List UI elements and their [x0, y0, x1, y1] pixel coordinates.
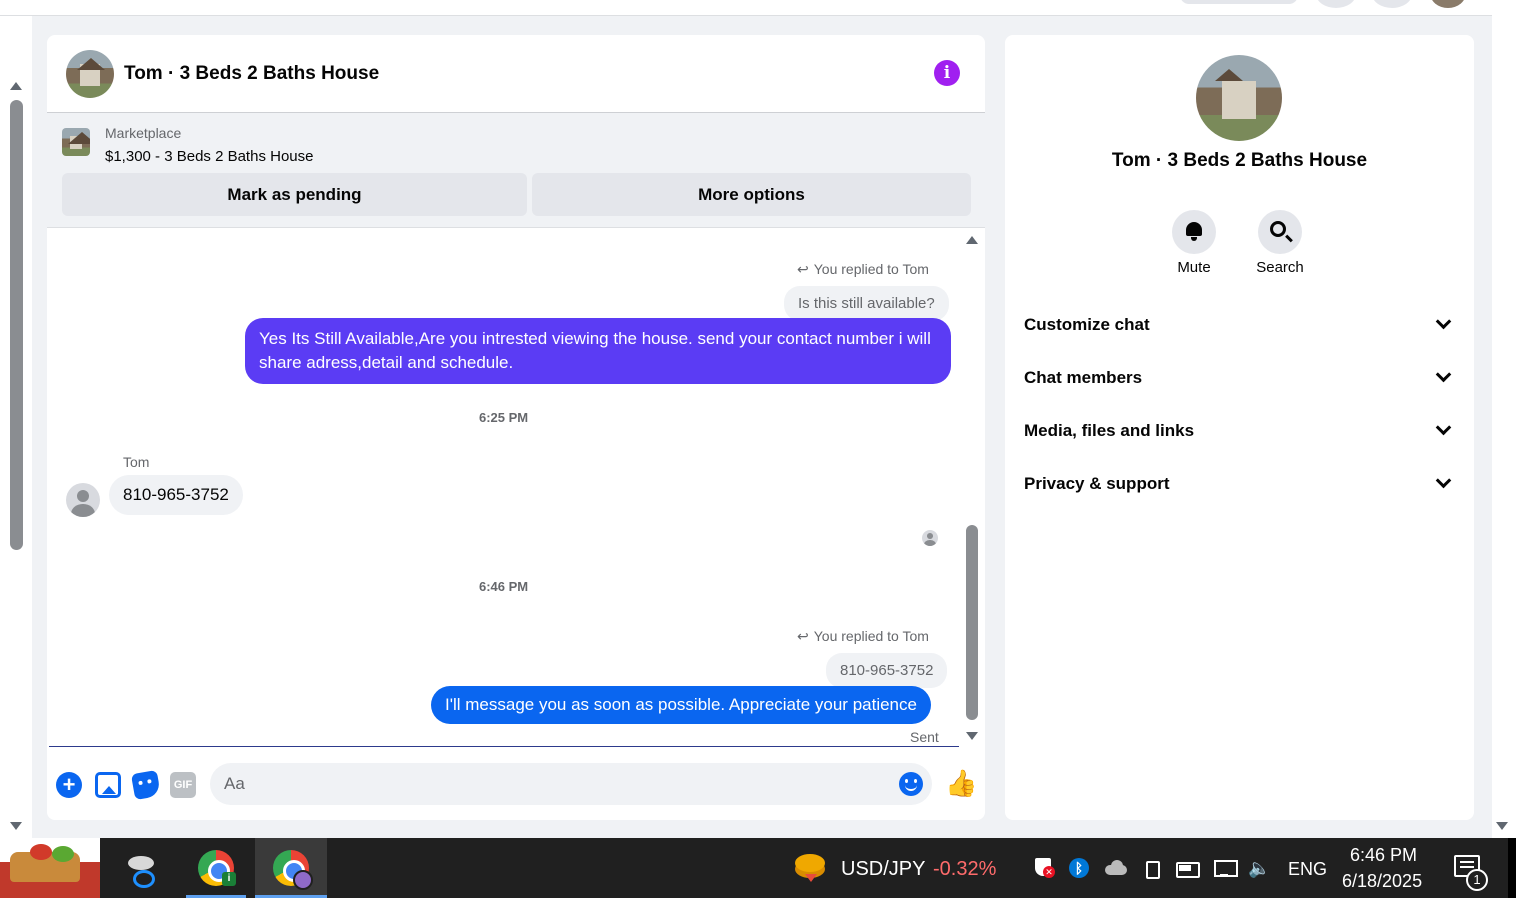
messages-scroll-up-icon[interactable] — [966, 236, 978, 244]
sticker-icon[interactable] — [130, 769, 162, 801]
plus-icon[interactable]: + — [56, 772, 82, 798]
listing-thumbnail[interactable] — [62, 128, 90, 156]
section-label: Chat members — [1024, 368, 1143, 387]
ticker-change[interactable]: -0.32% — [933, 858, 996, 881]
contact-avatar[interactable] — [66, 50, 114, 98]
reply-note: ↩ You replied to Tom — [797, 628, 929, 645]
outgoing-message[interactable]: I'll message you as soon as possible. Ap… — [431, 686, 931, 724]
emoji-icon[interactable] — [899, 772, 923, 796]
like-icon[interactable]: 👍 — [945, 769, 977, 797]
bell-icon — [1186, 222, 1202, 241]
top-search-pill[interactable] — [1180, 0, 1298, 4]
scroll-down-arrow-icon[interactable] — [10, 822, 22, 830]
clock-date[interactable]: 6/18/2025 — [1342, 871, 1422, 892]
listing-title[interactable]: $1,300 - 3 Beds 2 Baths House — [105, 148, 313, 165]
profile-badge-icon — [293, 870, 313, 890]
composer-divider — [49, 746, 959, 747]
right-scroll-down-arrow-icon[interactable] — [1496, 822, 1508, 830]
reply-arrow-icon: ↩ — [797, 261, 809, 277]
chat-header: Tom · 3 Beds 2 Baths House i — [47, 35, 985, 113]
scroll-up-arrow-icon[interactable] — [10, 82, 22, 90]
chat-panel: Tom · 3 Beds 2 Baths House i Marketplace… — [47, 35, 985, 820]
reply-arrow-icon: ↩ — [797, 628, 809, 644]
section-label: Privacy & support — [1024, 474, 1170, 493]
info-title: Tom · 3 Beds 2 Baths House — [1111, 150, 1368, 171]
search-button[interactable] — [1258, 210, 1302, 254]
camera-icon[interactable] — [1142, 858, 1164, 879]
right-page-edge — [1492, 0, 1516, 838]
battery-icon[interactable] — [1176, 858, 1200, 878]
chevron-down-icon — [1435, 313, 1452, 330]
mark-as-pending-button[interactable]: Mark as pending — [62, 173, 527, 216]
privacy-support-section[interactable]: Privacy & support — [1005, 462, 1474, 506]
marketplace-banner: Marketplace $1,300 - 3 Beds 2 Baths Hous… — [47, 113, 985, 228]
taskbar: i USD/JPY -0.32% ᛒ 🔈 ENG 6:46 PM 6/18/20… — [0, 838, 1516, 898]
info-avatar[interactable] — [1196, 55, 1282, 141]
mute-button[interactable] — [1172, 210, 1216, 254]
more-options-button[interactable]: More options — [532, 173, 971, 216]
messages-scroll-down-icon[interactable] — [966, 732, 978, 740]
top-notifications-button[interactable] — [1372, 0, 1412, 8]
volume-icon[interactable]: 🔈 — [1248, 858, 1270, 878]
shield-icon[interactable] — [1033, 858, 1055, 878]
bluetooth-icon[interactable]: ᛒ — [1069, 858, 1089, 878]
search-label: Search — [1256, 259, 1304, 276]
gif-icon[interactable]: GIF — [170, 772, 196, 798]
chrome-profile-badge: i — [222, 872, 236, 886]
coins-icon[interactable] — [793, 852, 827, 884]
sender-name: Tom — [123, 454, 150, 470]
chevron-down-icon — [1435, 419, 1452, 436]
quoted-message[interactable]: Is this still available? — [784, 286, 949, 321]
read-receipt-avatar — [922, 530, 938, 546]
chat-members-section[interactable]: Chat members — [1005, 356, 1474, 400]
top-menu-button[interactable] — [1316, 0, 1356, 8]
sender-avatar[interactable] — [66, 483, 100, 517]
marketplace-label: Marketplace — [105, 125, 182, 141]
media-files-links-section[interactable]: Media, files and links — [1005, 409, 1474, 453]
cloud-icon[interactable] — [1103, 858, 1127, 878]
incoming-message[interactable]: 810-965-3752 — [109, 475, 243, 515]
snipping-tool-icon[interactable] — [124, 852, 158, 888]
search-icon — [1270, 221, 1286, 237]
message-input[interactable] — [210, 763, 870, 805]
info-icon[interactable]: i — [934, 60, 960, 86]
ticker-symbol[interactable]: USD/JPY — [841, 858, 925, 881]
network-icon[interactable] — [1212, 858, 1238, 878]
clock-time[interactable]: 6:46 PM — [1350, 845, 1417, 866]
messages-scroll-thumb[interactable] — [966, 525, 978, 720]
message-timestamp: 6:25 PM — [479, 410, 529, 425]
reply-note-text: You replied to Tom — [813, 628, 929, 644]
notification-count[interactable]: 1 — [1466, 869, 1488, 891]
reply-note-text: You replied to Tom — [813, 261, 929, 277]
message-timestamp: 6:46 PM — [479, 579, 529, 594]
section-label: Customize chat — [1024, 315, 1150, 334]
chevron-down-icon — [1435, 366, 1452, 383]
page-scroll-thumb[interactable] — [10, 100, 23, 550]
chat-title[interactable]: Tom · 3 Beds 2 Baths House — [124, 63, 379, 85]
top-bar — [0, 0, 1492, 16]
chrome-profile-icon[interactable] — [273, 850, 313, 890]
show-desktop-button[interactable] — [1508, 838, 1516, 898]
quoted-message[interactable]: 810-965-3752 — [826, 653, 948, 688]
chevron-down-icon — [1435, 472, 1452, 489]
top-profile-avatar[interactable] — [1430, 0, 1466, 8]
language-indicator[interactable]: ENG — [1288, 859, 1327, 880]
customize-chat-section[interactable]: Customize chat — [1005, 303, 1474, 347]
reply-note: ↩ You replied to Tom — [797, 261, 929, 278]
chat-info-panel: Tom · 3 Beds 2 Baths House Mute Search C… — [1005, 35, 1474, 820]
page-scrollbar[interactable] — [0, 16, 32, 838]
picnic-basket-icon[interactable] — [0, 838, 100, 898]
outgoing-message[interactable]: Yes Its Still Available,Are you intreste… — [245, 318, 951, 384]
photo-icon[interactable] — [95, 772, 121, 798]
chrome-icon[interactable]: i — [198, 850, 236, 886]
message-input-box[interactable] — [210, 763, 932, 805]
message-status: Sent — [910, 729, 939, 745]
section-label: Media, files and links — [1024, 421, 1195, 440]
mute-label: Mute — [1177, 259, 1211, 276]
messages-scrollbar[interactable] — [965, 230, 981, 750]
